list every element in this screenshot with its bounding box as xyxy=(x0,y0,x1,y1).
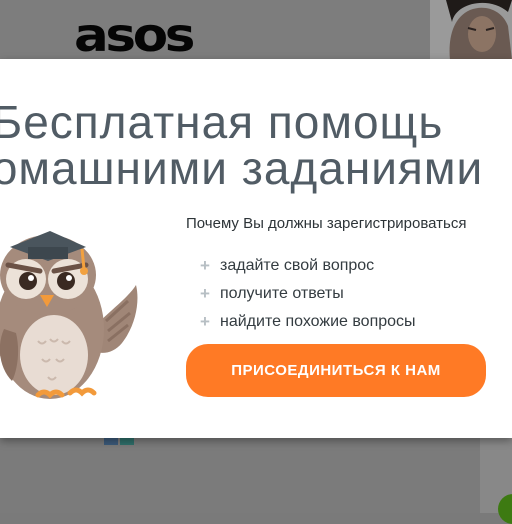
benefit-item: + получите ответы xyxy=(200,280,416,308)
benefits-list: + задайте свой вопрос + получите ответы … xyxy=(200,252,416,336)
asos-logo: asos xyxy=(74,8,195,62)
modal-headline: Бесплатная помощь домашними заданиями xyxy=(0,96,482,193)
headline-line-2: домашними заданиями xyxy=(0,142,484,194)
benefit-item: + задайте свой вопрос xyxy=(200,252,416,280)
background-content xyxy=(0,438,512,513)
benefit-item: + найдите похожие вопросы xyxy=(200,308,416,336)
benefit-text: задайте свой вопрос xyxy=(220,257,375,274)
join-button[interactable]: ПРИСОЕДИНИТЬСЯ К НАМ xyxy=(186,344,486,397)
modal-subtitle: Почему Вы должны зарегистрироваться xyxy=(186,215,467,232)
signup-modal: Бесплатная помощь домашними заданиями По… xyxy=(0,59,512,438)
plus-icon: + xyxy=(200,312,210,331)
benefit-text: получите ответы xyxy=(220,285,344,302)
plus-icon: + xyxy=(200,284,210,303)
model-photo xyxy=(430,0,512,60)
plus-icon: + xyxy=(200,256,210,275)
benefit-text: найдите похожие вопросы xyxy=(220,313,416,330)
owl-mascot-icon xyxy=(0,209,150,409)
headline-line-1: Бесплатная помощь xyxy=(0,96,444,148)
